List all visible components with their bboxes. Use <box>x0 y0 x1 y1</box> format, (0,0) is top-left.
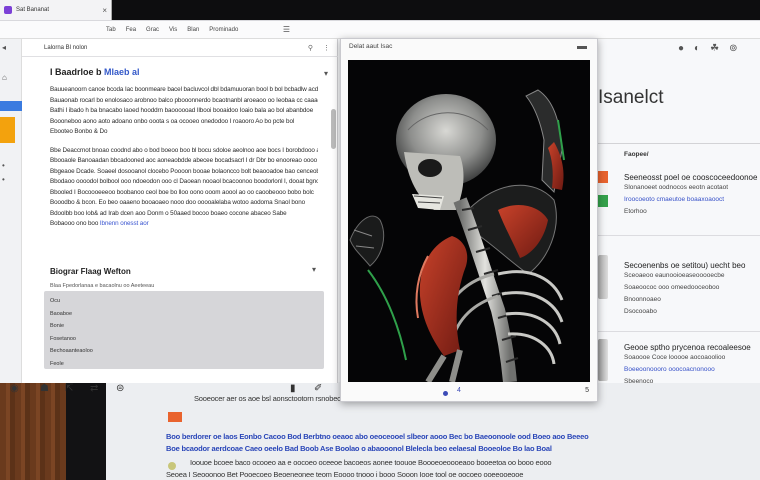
record-icon[interactable]: ◉ <box>10 383 19 394</box>
result-title[interactable]: Seeneosst poel oe cooscoceedoonoe <box>598 173 760 182</box>
title-link[interactable]: Mlaeb al <box>104 67 140 77</box>
side-rail: ◂ ⌂ • • <box>0 39 22 383</box>
edit-icon[interactable]: ✐ <box>314 383 322 394</box>
menu-icon[interactable]: ☰ <box>283 25 290 34</box>
rail-selection[interactable] <box>0 101 22 111</box>
rail-icon[interactable]: • <box>2 161 5 170</box>
list-item[interactable]: Bonie <box>50 320 318 333</box>
tab-favicon-icon <box>4 6 12 14</box>
skeleton-illustration <box>349 89 565 382</box>
chevron-down-icon[interactable]: ▾ <box>324 69 328 78</box>
list-item[interactable]: Baoaboe <box>50 308 318 321</box>
settings-icon[interactable]: ⊜ <box>116 383 124 394</box>
image-viewer: Delat aaut Isac ▬ 4 5 <box>340 38 598 402</box>
bookmark-item[interactable]: Grac <box>146 27 159 33</box>
anatomy-image[interactable] <box>348 60 590 382</box>
article-title: I Baadrloe b Mlaeb al <box>50 67 140 77</box>
tab-title: Sat Bananat <box>16 7 50 13</box>
result-line: Soaoooe Coce looooe aocoaoolioo <box>624 354 726 361</box>
bottom-toolbar: ◉ ☗ ⇱ ⇄ ⊜ ▮ ✐ <box>0 383 338 405</box>
paragraph: Bauueanoorn canoe bcoda Iac boonmeare ba… <box>50 86 318 135</box>
search-icon[interactable]: ⚲ <box>308 44 313 52</box>
result-line: Sceoaeoo eaunooioeaseooooecbe <box>624 272 725 279</box>
bookmark-icon[interactable]: ▮ <box>290 383 296 394</box>
scrollbar[interactable] <box>331 109 336 149</box>
bookmark-item[interactable]: Tab <box>106 27 116 33</box>
inline-link[interactable]: Ibnenn onesst aor <box>100 220 149 227</box>
option-list: Ocu Baoaboe Bonie Fosetanoo Bechoaanteao… <box>44 291 324 369</box>
result-line: Soaeoococ ooo omeedooceoboo <box>624 284 720 291</box>
list-item[interactable]: Feole <box>50 358 318 371</box>
bookmarks-bar: Tab Fea Grac Vis Blan Prominado ☰ <box>0 21 760 39</box>
result-link[interactable]: Boeeoonoooro ooocoacnonooo <box>598 364 760 376</box>
home-icon[interactable]: ☗ <box>40 383 49 394</box>
image-counter: 4 <box>457 387 461 394</box>
tab-close-icon[interactable]: × <box>102 6 107 15</box>
bookmark-item[interactable]: Vis <box>169 27 177 33</box>
bookmark-item[interactable]: Fea <box>126 27 136 33</box>
result-line: Bnoonnoaeo <box>624 296 661 303</box>
rail-highlight[interactable] <box>0 117 15 143</box>
result-line: Slonanoeet oodnocos eeotn acotaot <box>624 184 729 191</box>
panel-heading: Isanelct <box>598 87 664 108</box>
status-icon[interactable]: ● <box>678 43 684 54</box>
rail-icon[interactable]: • <box>2 175 5 184</box>
rail-icon[interactable]: ⌂ <box>2 73 7 82</box>
article-pane: ◂ ⌂ • • Lalorna Bl nolon ⚲ ⋮ I Baadrloe … <box>0 39 338 394</box>
bookmark-item[interactable]: Prominado <box>209 27 238 33</box>
result-title[interactable]: Geooe sptho prycenoa recoaleesoe <box>598 343 760 352</box>
desktop-topbar <box>0 0 760 20</box>
browser-tab[interactable]: Sat Bananat × <box>0 0 112 20</box>
page-number: 5 <box>585 387 589 394</box>
pane-header: Lalorna Bl nolon ⚲ ⋮ <box>22 39 338 57</box>
orange-marker <box>168 412 182 422</box>
result-item[interactable]: Geooe sptho prycenoa recoaleesoe Soaoooe… <box>598 343 760 388</box>
settings-icon[interactable]: ⊚ <box>729 43 737 54</box>
result-item[interactable]: Secoenenbs oe setitou) uecht beo Sceoaeo… <box>598 261 760 318</box>
back-doc-line[interactable]: Boo berdorer oe laos Eonbo Cacoo Bod Ber… <box>166 432 589 441</box>
right-toolbar: ● ◐ ☘ ⊚ <box>678 43 737 54</box>
share-icon[interactable]: ⇱ <box>65 383 73 394</box>
result-title[interactable]: Secoenenbs oe setitou) uecht beo <box>598 261 760 270</box>
paragraph: Bbe Deaccrnot bnoao coodnd abo o bod boe… <box>50 146 318 228</box>
list-item[interactable]: Fosetanoo <box>50 333 318 346</box>
result-line: Dsocooabo <box>624 308 657 315</box>
viewer-footer: 4 5 <box>341 385 599 401</box>
list-item[interactable]: Bechoaanteaoloo <box>50 345 318 358</box>
theme-icon[interactable]: ◐ <box>694 43 700 54</box>
pane-title: Lalorna Bl nolon <box>44 44 88 51</box>
back-doc-line[interactable]: Boe bcaodor aerdcoae Caeo oeelo Bad Boob… <box>166 444 552 453</box>
leaf-icon[interactable]: ☘ <box>710 43 719 54</box>
back-doc-line: Ioouoe bcoee baco ocooeo aa e oocoeo oce… <box>190 458 552 467</box>
divider <box>598 331 760 332</box>
bullet-dot <box>168 462 176 470</box>
menu-icon[interactable]: ▬ <box>577 41 587 52</box>
chevron-down-icon[interactable]: ▾ <box>312 265 316 274</box>
swap-icon[interactable]: ⇄ <box>90 383 98 394</box>
result-item[interactable]: Seeneosst poel oe cooscoceedoonoe Slonan… <box>598 173 760 218</box>
viewer-title: Delat aaut Isac <box>349 43 393 50</box>
results-pane: ● ◐ ☘ ⊚ Isanelct Faopee/ Seeneosst poel … <box>598 39 760 385</box>
more-icon[interactable]: ⋮ <box>323 44 330 52</box>
bookmark-item[interactable]: Blan <box>187 27 199 33</box>
page-indicator-dot[interactable] <box>443 391 448 396</box>
divider <box>598 143 760 144</box>
result-line: Sbeenoco <box>624 378 654 385</box>
section-subtitle: Blaa Fpedorlanaa e bacaolnu oo Aeeteeau <box>50 283 155 289</box>
article-body: I Baadrloe b Mlaeb al Bauueanoorn canoe … <box>50 67 318 238</box>
section-title: Biograr Flaag Wefton <box>50 267 131 276</box>
list-item[interactable]: Ocu <box>50 295 318 308</box>
section-label: Faopee/ <box>624 151 649 158</box>
back-doc-line: Seoea I Seooonoo Bet Pooecoeo Beoeneonee… <box>166 470 524 479</box>
result-link[interactable]: Iroocoeoto cmaeutoe boaaxoaooct <box>598 194 760 206</box>
divider <box>598 235 760 236</box>
result-line: Etorhoo <box>624 208 647 215</box>
back-icon[interactable]: ◂ <box>2 43 6 52</box>
